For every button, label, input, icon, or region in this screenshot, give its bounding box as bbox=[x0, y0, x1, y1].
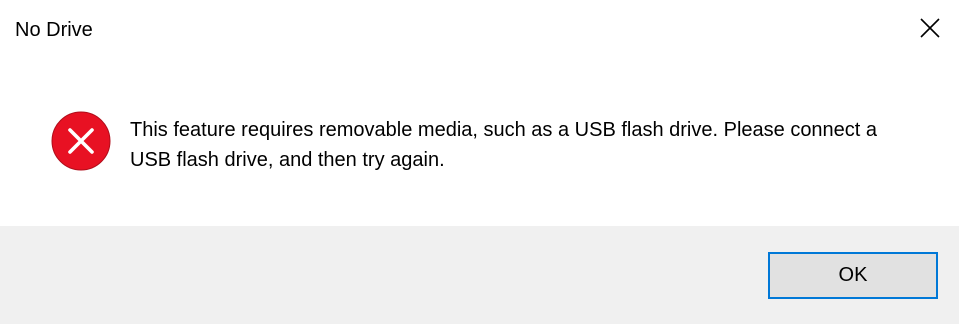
no-drive-dialog: No Drive This feature requires removable… bbox=[0, 0, 959, 324]
window-title: No Drive bbox=[15, 19, 93, 41]
dialog-content: This feature requires removable media, s… bbox=[0, 62, 959, 226]
ok-button[interactable]: OK bbox=[768, 252, 938, 299]
error-message: This feature requires removable media, s… bbox=[130, 119, 878, 171]
button-bar: OK bbox=[0, 226, 959, 324]
close-icon bbox=[920, 18, 940, 38]
title-bar: No Drive bbox=[0, 0, 959, 62]
error-icon bbox=[51, 111, 111, 171]
close-button[interactable] bbox=[901, 0, 959, 56]
